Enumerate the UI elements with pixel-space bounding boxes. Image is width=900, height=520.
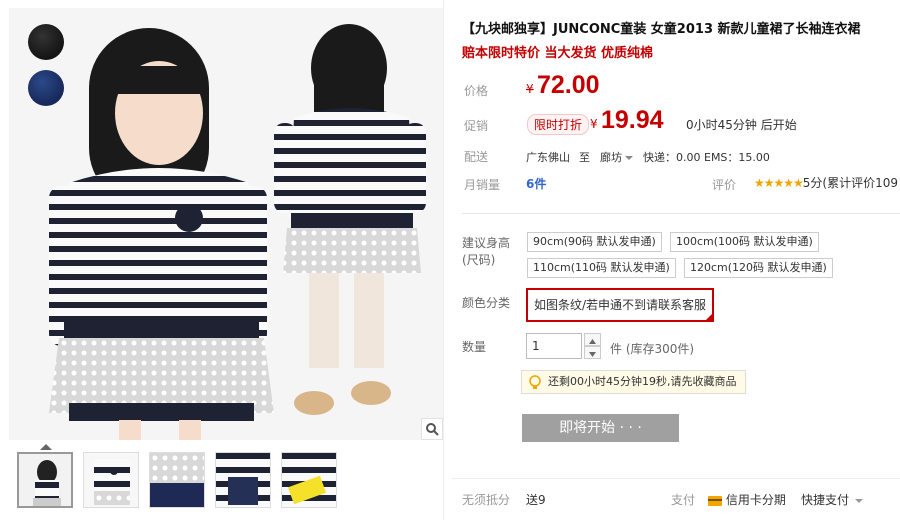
credit-card-label: 信用卡分期 bbox=[725, 493, 786, 507]
payment-label: 支付 bbox=[671, 493, 696, 507]
section-divider bbox=[462, 213, 900, 214]
promo-price: 19.94 bbox=[601, 106, 664, 134]
footer-divider bbox=[452, 478, 900, 479]
quick-pay-label: 快捷支付 bbox=[801, 493, 850, 507]
size-label: 建议身高(尺码) bbox=[462, 236, 511, 267]
shipping-destination-select[interactable]: 廊坊 bbox=[600, 149, 633, 165]
magnifier-icon bbox=[425, 422, 439, 436]
shipping-label: 配送 bbox=[464, 150, 489, 164]
product-title: 【九块邮独享】JUNCONC童装 女童2013 新款儿童裙了长袖连衣裙 bbox=[462, 22, 861, 37]
chevron-down-icon bbox=[589, 346, 596, 360]
buy-now-button[interactable]: 即将开始 · · · bbox=[522, 414, 679, 442]
thumbnail-strip bbox=[17, 452, 337, 508]
thumbnail-active-caret bbox=[40, 444, 52, 450]
points-label: 无须抵分 bbox=[462, 493, 511, 507]
color-label: 颜色分类 bbox=[462, 296, 511, 310]
size-option-90[interactable]: 90cm(90码 默认发申通) bbox=[527, 232, 662, 252]
price-label: 价格 bbox=[464, 84, 489, 98]
points-gift-text: 送9 bbox=[526, 493, 546, 507]
size-option-100[interactable]: 100cm(100码 默认发申通) bbox=[670, 232, 819, 252]
size-option-110[interactable]: 110cm(110码 默认发申通) bbox=[527, 258, 676, 278]
lightbulb-icon bbox=[529, 375, 541, 398]
quantity-decrease-button[interactable] bbox=[584, 346, 601, 359]
shipping-cost: 快递：0.00 EMS：15.00 bbox=[643, 151, 770, 164]
rating-stars-icon: ★★★★★ bbox=[754, 176, 804, 190]
rating-text: 5分(累计评价109 bbox=[802, 176, 899, 190]
discount-tag: 限时打折 bbox=[527, 114, 590, 135]
original-price: 72.00 bbox=[537, 71, 600, 99]
chevron-down-icon bbox=[855, 498, 864, 503]
thumbnail-1[interactable] bbox=[17, 452, 73, 508]
rating-label: 评价 bbox=[712, 178, 737, 192]
thumbnail-4[interactable] bbox=[215, 452, 271, 508]
monthly-sales-count: 6件 bbox=[526, 177, 547, 191]
panel-divider bbox=[443, 0, 444, 520]
color-option-text: 如图条纹/若申通不到请联系客服 bbox=[534, 298, 707, 312]
quantity-increase-button[interactable] bbox=[584, 333, 601, 346]
countdown-notice: 还剩00小时45分钟19秒,请先收藏商品 bbox=[521, 370, 746, 394]
chevron-up-icon bbox=[589, 333, 596, 347]
quantity-input[interactable] bbox=[526, 333, 582, 359]
stock-info: 件 (库存300件) bbox=[610, 342, 695, 356]
price-currency: ¥ bbox=[526, 82, 534, 96]
size-option-120[interactable]: 120cm(120码 默认发申通) bbox=[684, 258, 833, 278]
monthly-sales-label: 月销量 bbox=[464, 178, 501, 192]
promo-currency: ¥ bbox=[590, 117, 598, 131]
product-photo bbox=[9, 8, 443, 440]
chevron-down-icon bbox=[625, 156, 633, 160]
navy-color-swatch[interactable] bbox=[28, 70, 64, 106]
shipping-from: 广东佛山 bbox=[526, 151, 570, 164]
main-product-image[interactable] bbox=[9, 8, 443, 440]
points-gift: 送9 bbox=[526, 491, 546, 508]
selected-check-icon bbox=[704, 312, 715, 322]
rating-summary[interactable]: ★★★★★5分(累计评价109 bbox=[754, 174, 898, 191]
thumbnail-2[interactable] bbox=[83, 452, 139, 508]
zoom-button[interactable] bbox=[421, 418, 443, 440]
credit-card-installment[interactable]: 信用卡分期 bbox=[708, 491, 786, 508]
quick-pay-select[interactable]: 快捷支付 bbox=[801, 491, 864, 508]
countdown-notice-text: 还剩00小时45分钟19秒,请先收藏商品 bbox=[548, 375, 737, 388]
promo-countdown: 0小时45分钟 后开始 bbox=[686, 118, 797, 132]
thumbnail-5[interactable] bbox=[281, 452, 337, 508]
thumbnail-3[interactable] bbox=[149, 452, 205, 508]
product-subtitle: 赔本限时特价 当大发货 优质纯棉 bbox=[462, 46, 654, 61]
shipping-to-word: 至 bbox=[579, 151, 590, 164]
shipping-destination: 廊坊 bbox=[600, 151, 622, 164]
black-color-swatch[interactable] bbox=[28, 24, 64, 60]
color-option-selected[interactable]: 如图条纹/若申通不到请联系客服 bbox=[526, 288, 715, 322]
promo-label: 促销 bbox=[464, 119, 489, 133]
credit-card-icon bbox=[708, 493, 722, 507]
quantity-label: 数量 bbox=[462, 340, 487, 354]
